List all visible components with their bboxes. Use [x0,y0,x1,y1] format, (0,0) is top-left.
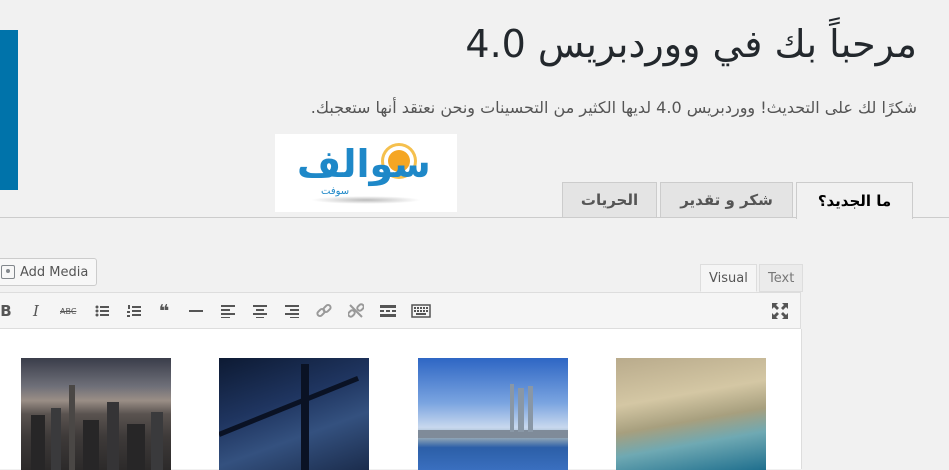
italic-button[interactable]: I [28,302,44,320]
logo-shadow [311,196,421,204]
align-left-icon [221,305,235,318]
bullet-list-icon [95,305,109,317]
numbered-list-button[interactable] [126,302,142,320]
editor-toolbar: B I ABC ❝ [0,292,801,329]
coast-aerial-image[interactable] [616,358,766,470]
align-center-icon [253,305,267,318]
read-more-icon [380,305,396,317]
bold-button[interactable]: B [0,302,14,320]
site-logo: سوالف سوفت [275,134,457,212]
text-mode-tab[interactable]: Text [759,264,804,292]
logo-text: سوالف [297,142,431,186]
city-skyline-image[interactable] [21,358,171,470]
align-right-button[interactable] [284,302,300,320]
tab-credits[interactable]: شكر و تقدير [660,182,793,217]
align-right-icon [285,305,299,318]
post-editor: Add Media Visual Text B I ABC ❝ [0,258,804,470]
horizontal-rule-button[interactable] [188,302,204,320]
toolbar-toggle-button[interactable] [411,302,431,320]
link-icon [316,303,332,318]
keyboard-icon [411,304,431,318]
insert-link-button[interactable] [316,302,332,320]
fullscreen-icon [772,303,788,319]
remove-link-button[interactable] [348,302,364,320]
page-subtitle: شكرًا لك على التحديث! ووردبريس 4.0 لديها… [310,98,917,117]
add-media-label: Add Media [20,264,89,280]
media-icon [1,265,15,279]
unlink-icon [348,303,364,318]
editor-content-area[interactable] [0,329,802,470]
tab-whats-new[interactable]: ما الجديد؟ [796,182,913,219]
strikethrough-button[interactable]: ABC [60,302,76,320]
side-accent-bar [0,30,18,190]
read-more-button[interactable] [380,302,396,320]
visual-mode-tab[interactable]: Visual [700,264,757,292]
align-center-button[interactable] [252,302,268,320]
blockquote-button[interactable]: ❝ [156,301,172,322]
add-media-button[interactable]: Add Media [0,258,98,286]
fullscreen-button[interactable] [772,302,788,320]
bridge-night-image[interactable] [219,358,369,470]
align-left-button[interactable] [220,302,236,320]
bay-skyline-image[interactable] [418,358,568,470]
page-title: مرحباً بك في ووردبريس 4.0 [465,22,917,66]
numbered-list-icon [127,305,141,317]
horizontal-rule-icon [189,310,203,312]
bullet-list-button[interactable] [94,302,110,320]
tab-freedoms[interactable]: الحريات [562,182,657,217]
